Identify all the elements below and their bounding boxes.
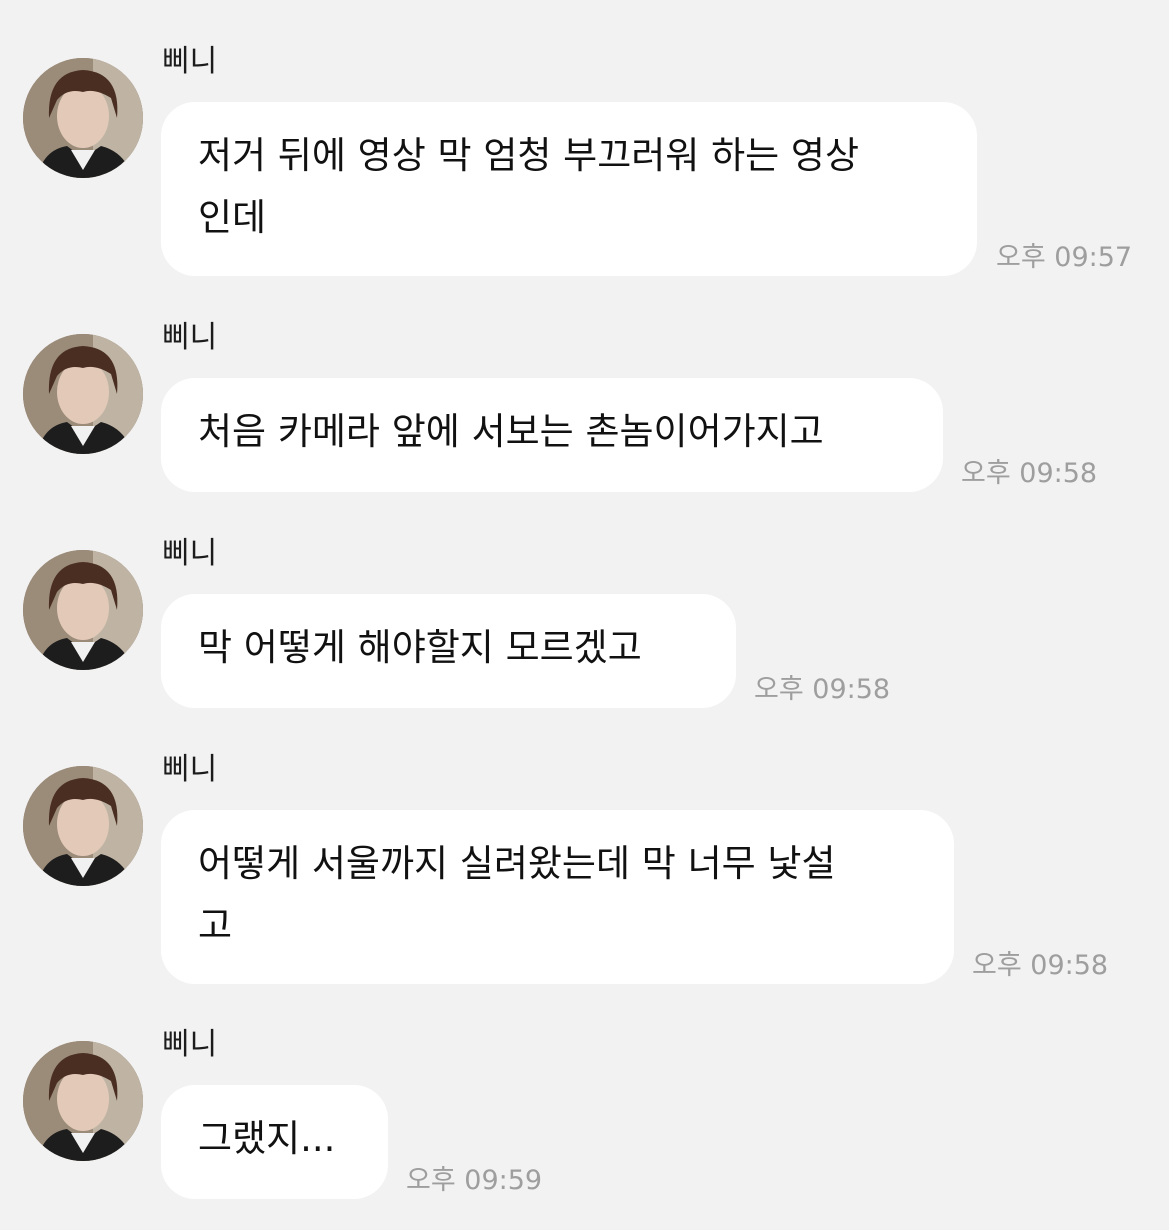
sender-name: 삐니 — [162, 44, 218, 79]
message-bubble[interactable]: 그랬지... — [161, 1085, 388, 1199]
message-bubble[interactable]: 처음 카메라 앞에 서보는 촌놈이어가지고 — [161, 378, 943, 492]
avatar-photo-icon — [23, 550, 143, 670]
avatar[interactable] — [23, 334, 143, 454]
avatar[interactable] — [23, 58, 143, 178]
avatar[interactable] — [23, 766, 143, 886]
avatar[interactable] — [23, 550, 143, 670]
sender-name: 삐니 — [162, 752, 218, 787]
avatar-photo-icon — [23, 58, 143, 178]
avatar-photo-icon — [23, 766, 143, 886]
sender-name: 삐니 — [162, 536, 218, 571]
avatar-photo-icon — [23, 334, 143, 454]
avatar[interactable] — [23, 1041, 143, 1161]
message-time: 오후 09:58 — [972, 950, 1109, 981]
message-time: 오후 09:59 — [406, 1165, 543, 1196]
chat-thread[interactable]: 삐니 저거 뒤에 영상 막 엄청 부끄러워 하는 영상 인데 오후 09:57 … — [0, 0, 1169, 1230]
message-time: 오후 09:58 — [961, 458, 1098, 489]
avatar-photo-icon — [23, 1041, 143, 1161]
sender-name: 삐니 — [162, 1027, 218, 1062]
sender-name: 삐니 — [162, 320, 218, 355]
message-bubble[interactable]: 저거 뒤에 영상 막 엄청 부끄러워 하는 영상 인데 — [161, 102, 977, 276]
message-bubble[interactable]: 어떻게 서울까지 실려왔는데 막 너무 낯설 고 — [161, 810, 954, 984]
message-time: 오후 09:57 — [996, 242, 1133, 273]
message-bubble[interactable]: 막 어떻게 해야할지 모르겠고 — [161, 594, 736, 708]
message-time: 오후 09:58 — [754, 674, 891, 705]
